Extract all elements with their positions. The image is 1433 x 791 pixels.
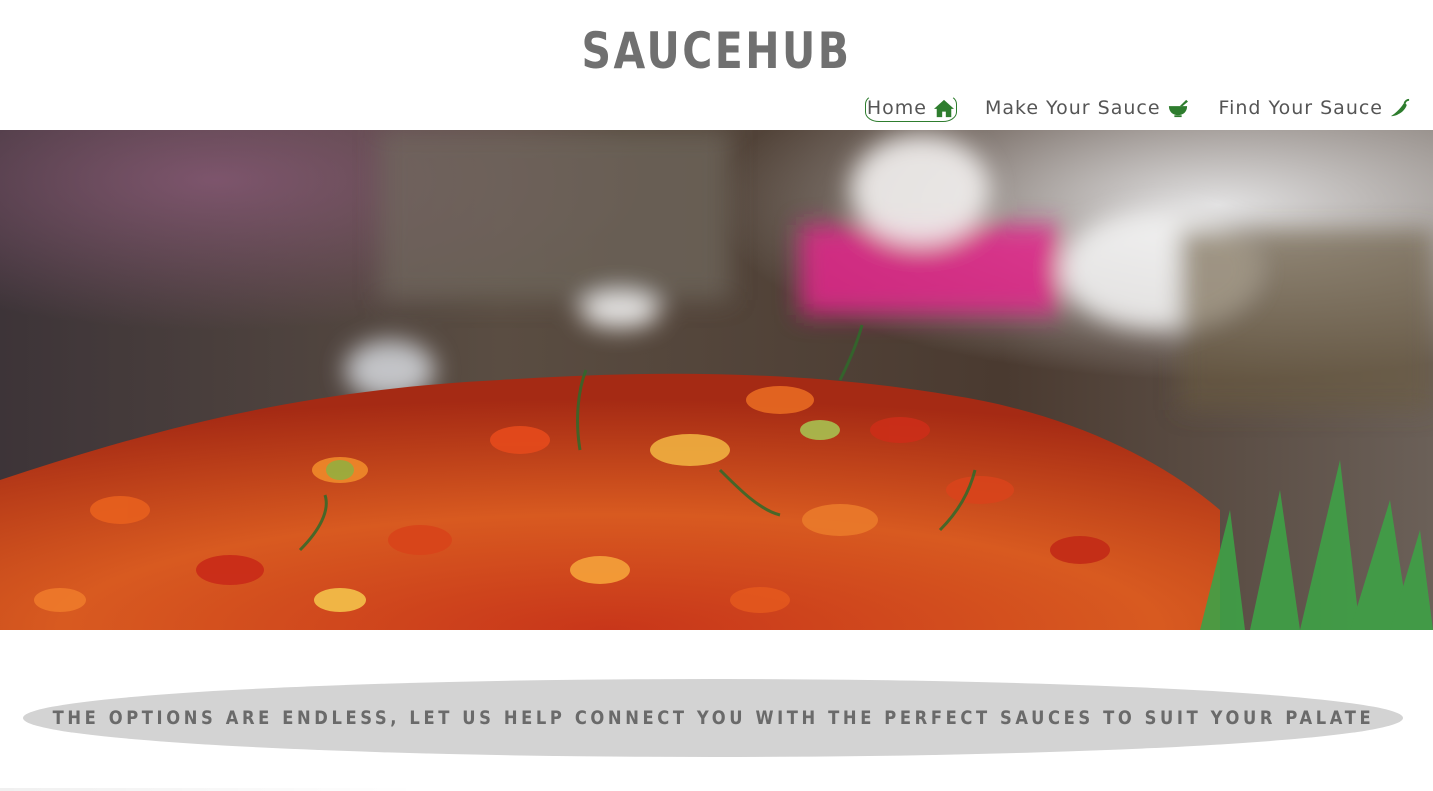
nav-item-make-your-sauce[interactable]: Make Your Sauce (983, 94, 1191, 122)
home-icon (933, 99, 954, 118)
pepper-icon (1390, 98, 1410, 117)
tagline-text: THE OPTIONS ARE ENDLESS, LET US HELP CON… (52, 707, 1374, 729)
nav-item-label: Make Your Sauce (984, 97, 1161, 119)
site-header: SAUCEHUB Home Make Your Sauce Find Your … (0, 0, 1433, 130)
nav-item-label: Home (866, 97, 927, 119)
nav-item-label: Find Your Sauce (1218, 97, 1383, 119)
chili-peppers-hero-image (0, 130, 1433, 630)
nav-item-find-your-sauce[interactable]: Find Your Sauce (1217, 94, 1413, 122)
hero-image (0, 130, 1433, 630)
nav-item-home[interactable]: Home (864, 94, 957, 122)
main-nav: Home Make Your Sauce Find Your Sauce (864, 94, 1413, 122)
tagline-banner: THE OPTIONS ARE ENDLESS, LET US HELP CON… (23, 679, 1403, 757)
mortar-pestle-icon (1168, 99, 1188, 118)
site-logo[interactable]: SAUCEHUB (129, 22, 1304, 80)
